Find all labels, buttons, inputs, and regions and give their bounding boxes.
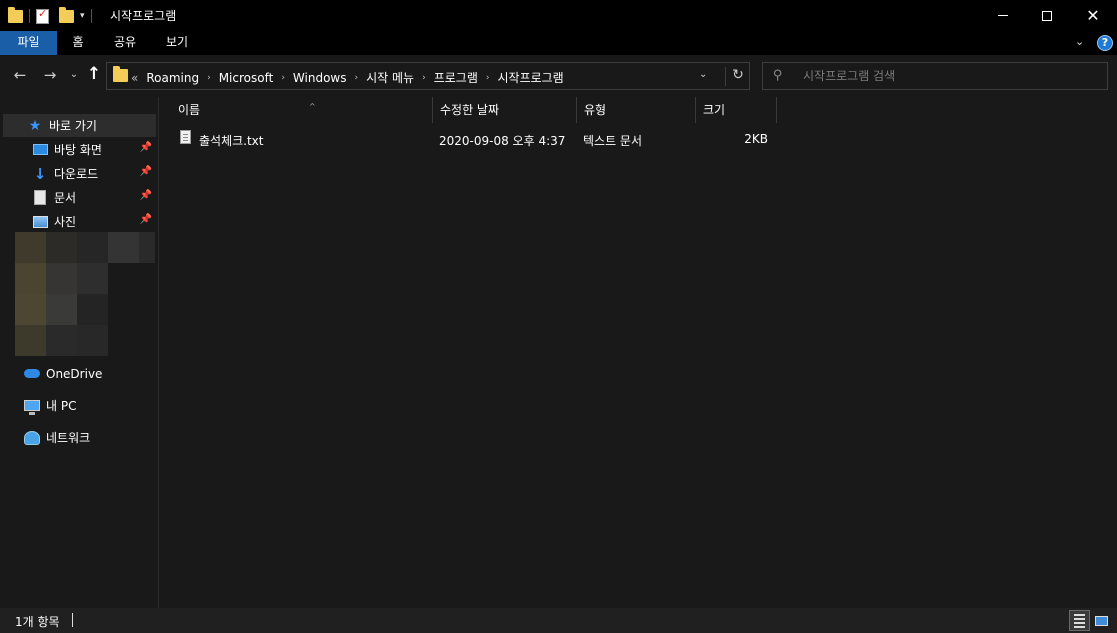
search-icon: ⚲	[773, 68, 783, 83]
large-icons-view-icon	[1095, 615, 1108, 626]
address-row: ← → ⌄ ↑ « Roaming › Microsoft › Windows …	[0, 55, 1117, 97]
sidebar-item-label: 바로 가기	[49, 119, 97, 133]
search-box[interactable]: ⚲	[762, 62, 1108, 90]
minimize-icon	[998, 15, 1008, 16]
file-size: 2KB	[744, 132, 768, 146]
breadcrumb: « Roaming › Microsoft › Windows › 시작 메뉴 …	[131, 69, 564, 86]
breadcrumb-microsoft[interactable]: Microsoft	[219, 71, 274, 85]
address-history-dropdown[interactable]: ⌄	[699, 69, 707, 80]
sidebar-item-label: 바탕 화면	[54, 143, 102, 157]
breadcrumb-roaming[interactable]: Roaming	[146, 71, 199, 85]
forward-button[interactable]: →	[40, 66, 60, 84]
quick-access-toolbar: ▾	[8, 6, 94, 26]
new-folder-icon[interactable]	[59, 6, 74, 23]
file-row[interactable]: 출석체크.txt 2020-09-08 오후 4:37 텍스트 문서 2KB	[171, 127, 777, 151]
window-title: 시작프로그램	[110, 9, 177, 23]
tab-home[interactable]: 홈	[57, 31, 99, 55]
document-icon	[32, 190, 48, 206]
navigation-pane: ★ 바로 가기 바탕 화면 📌 ↓ 다운로드 📌 문서 📌 사진 📌 OneDr…	[0, 97, 158, 608]
minimize-button[interactable]	[980, 0, 1026, 31]
sidebar-item-onedrive[interactable]: OneDrive	[0, 362, 156, 385]
sidebar-item-network[interactable]: 네트워크	[0, 426, 156, 449]
sidebar-item-label: 문서	[54, 191, 77, 205]
breadcrumb-startup[interactable]: 시작프로그램	[497, 69, 563, 86]
status-separator	[72, 613, 73, 627]
breadcrumb-separator-icon[interactable]: ›	[207, 73, 211, 83]
customize-toolbar-icon[interactable]: ▾	[80, 11, 85, 21]
details-view-icon	[1074, 613, 1085, 616]
sidebar-item-label: OneDrive	[46, 366, 103, 381]
sidebar-item-label: 내 PC	[46, 399, 77, 413]
file-name: 출석체크.txt	[199, 134, 264, 148]
breadcrumb-overflow[interactable]: «	[131, 71, 138, 85]
status-bar: 1개 항목	[0, 608, 1117, 633]
refresh-icon[interactable]: ↻	[725, 67, 750, 86]
breadcrumb-separator-icon[interactable]: ›	[486, 73, 490, 83]
properties-icon[interactable]	[36, 7, 49, 24]
details-view-button[interactable]	[1069, 610, 1090, 631]
download-icon: ↓	[33, 164, 47, 183]
sidebar-item-pictures[interactable]: 사진 📌	[0, 210, 156, 233]
sidebar-item-desktop[interactable]: 바탕 화면 📌	[0, 138, 156, 161]
toolbar-separator	[29, 9, 30, 23]
file-list[interactable]: 이름 ^ 수정한 날짜 유형 크기 출석체크.txt 2020-09-08 오후…	[159, 97, 1117, 608]
tab-share[interactable]: 공유	[99, 31, 151, 55]
toolbar-separator	[90, 9, 92, 23]
search-input[interactable]	[803, 68, 1093, 84]
address-bar[interactable]: « Roaming › Microsoft › Windows › 시작 메뉴 …	[106, 62, 750, 90]
breadcrumb-separator-icon[interactable]: ›	[422, 73, 426, 83]
pin-icon[interactable]: 📌	[140, 190, 152, 201]
pc-icon	[24, 398, 40, 415]
network-icon	[24, 430, 40, 446]
breadcrumb-separator-icon[interactable]: ›	[355, 73, 359, 83]
redacted-area	[15, 232, 155, 356]
star-icon: ★	[28, 117, 42, 134]
pin-icon[interactable]: 📌	[140, 142, 152, 153]
text-file-icon	[180, 130, 191, 144]
close-icon: ✕	[1086, 5, 1100, 25]
file-type: 텍스트 문서	[583, 134, 643, 148]
maximize-icon	[1042, 10, 1052, 21]
sidebar-item-label: 네트워크	[46, 431, 91, 445]
folder-icon[interactable]	[8, 6, 23, 23]
breadcrumb-windows[interactable]: Windows	[293, 71, 347, 85]
help-icon[interactable]: ?	[1097, 35, 1113, 51]
sidebar-item-label: 사진	[54, 215, 77, 229]
sidebar-item-this-pc[interactable]: 내 PC	[0, 394, 156, 417]
sidebar-item-label: 다운로드	[54, 167, 99, 181]
sort-ascending-icon: ^	[309, 102, 316, 111]
onedrive-icon	[24, 366, 40, 382]
expand-ribbon-icon[interactable]: ⌄	[1075, 35, 1084, 48]
pin-icon[interactable]: 📌	[140, 214, 152, 225]
column-header-name[interactable]: 이름 ^	[171, 97, 433, 123]
sidebar-item-downloads[interactable]: ↓ 다운로드 📌	[0, 162, 156, 185]
maximize-button[interactable]	[1024, 0, 1070, 31]
pictures-icon	[32, 214, 48, 230]
pin-icon[interactable]: 📌	[140, 166, 152, 177]
column-header-size[interactable]: 크기	[696, 97, 777, 123]
sidebar-item-documents[interactable]: 문서 📌	[0, 186, 156, 209]
tab-view[interactable]: 보기	[151, 31, 203, 55]
breadcrumb-programs[interactable]: 프로그램	[434, 69, 478, 86]
breadcrumb-separator-icon[interactable]: ›	[281, 73, 285, 83]
column-header-type[interactable]: 유형	[577, 97, 696, 123]
tab-file[interactable]: 파일	[0, 31, 57, 55]
ribbon-tabs: 파일 홈 공유 보기 ⌄ ?	[0, 31, 1117, 55]
up-button[interactable]: ↑	[84, 64, 104, 84]
item-count: 1개 항목	[15, 615, 60, 629]
folder-icon	[113, 66, 128, 82]
recent-locations-button[interactable]: ⌄	[64, 69, 84, 80]
desktop-icon	[32, 142, 48, 158]
file-modified-date: 2020-09-08 오후 4:37	[439, 134, 566, 148]
column-header-date-modified[interactable]: 수정한 날짜	[433, 97, 577, 123]
back-button[interactable]: ←	[10, 66, 30, 84]
large-icons-view-button[interactable]	[1093, 612, 1110, 629]
sidebar-item-quick-access[interactable]: ★ 바로 가기	[3, 114, 156, 137]
breadcrumb-start-menu[interactable]: 시작 메뉴	[366, 69, 414, 86]
title-bar[interactable]: ▾ 시작프로그램 ✕	[0, 0, 1117, 31]
close-button[interactable]: ✕	[1070, 0, 1116, 31]
